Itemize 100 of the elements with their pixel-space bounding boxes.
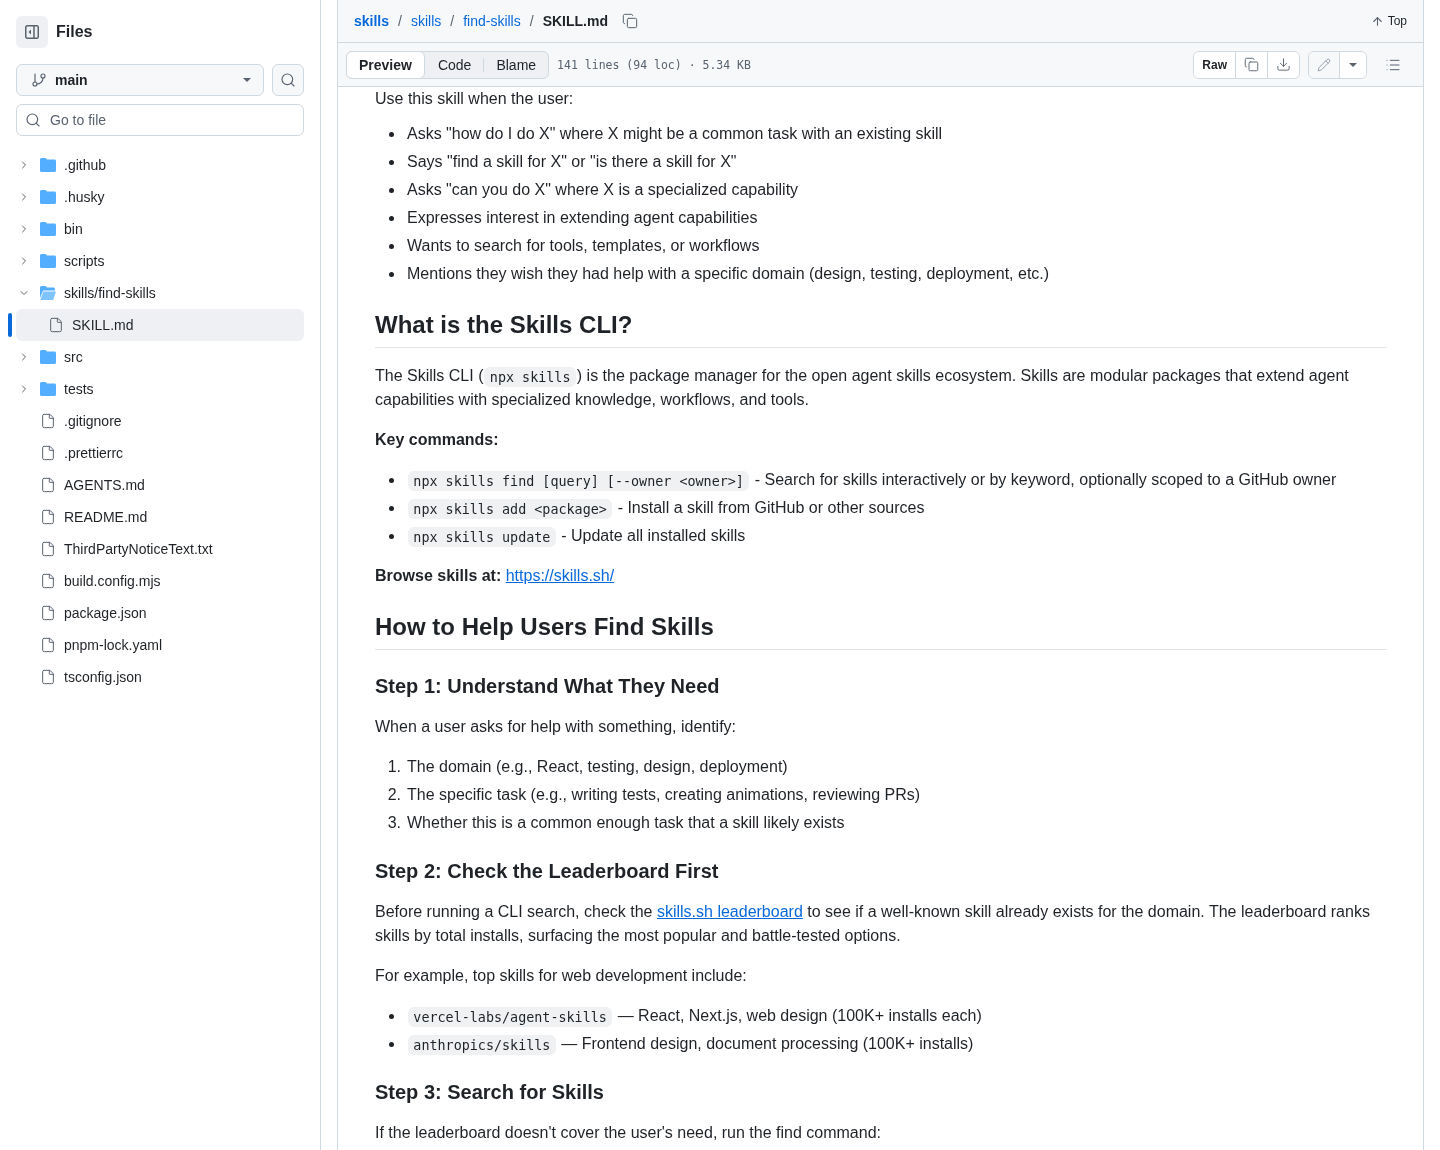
tree-item[interactable]: scripts	[16, 245, 304, 277]
collapse-sidebar-button[interactable]	[16, 16, 48, 48]
list-number: 2.	[387, 785, 401, 806]
branch-icon	[31, 72, 47, 88]
tree-item[interactable]: bin	[16, 213, 304, 245]
tree-item[interactable]: skills/find-skills	[16, 277, 304, 309]
bullet-icon	[388, 477, 394, 483]
arrow-up-icon	[1370, 14, 1384, 28]
more-options-button[interactable]	[1339, 51, 1366, 78]
bullet-icon	[388, 533, 394, 539]
list-number: 1.	[387, 757, 401, 778]
file-icon	[48, 317, 64, 333]
branch-button[interactable]: main	[16, 64, 264, 96]
download-button[interactable]	[1267, 51, 1299, 78]
list-item-text: Wants to search for tools, templates, or workflows	[407, 236, 761, 256]
copy-button[interactable]	[1235, 51, 1267, 78]
bullet-icon	[388, 131, 394, 137]
search-icon	[25, 112, 41, 128]
tree-item[interactable]: package.json	[16, 597, 304, 629]
file-icon	[40, 605, 56, 621]
tree-item[interactable]: ThirdPartyNoticeText.txt	[16, 533, 304, 565]
search-field[interactable]: Go to file	[16, 104, 304, 136]
download-icon	[1276, 57, 1291, 72]
tree-item[interactable]: tsconfig.json	[16, 661, 304, 693]
file-info: 141 lines (94 loc) · 5.34 KB	[557, 57, 752, 72]
tree-item[interactable]: SKILL.md	[16, 309, 304, 341]
copy-icon	[1244, 57, 1259, 72]
file-icon	[40, 541, 56, 557]
sidebar-icon	[24, 24, 40, 40]
file-icon	[40, 669, 56, 685]
breadcrumb-separator: /	[529, 13, 534, 29]
list-item-text: Expresses interest in extending agent capabilities	[407, 208, 759, 228]
list-item-text: npx skills add <package> - Install a skill from GitHub or other sources	[407, 496, 1387, 521]
pencil-icon	[1317, 57, 1331, 72]
bullet-icon	[388, 243, 394, 249]
paragraph: Browse skills at: https://skills.sh/	[375, 566, 616, 587]
section-heading: How to Help Users Find Skills	[375, 612, 1387, 651]
file-icon	[40, 445, 56, 461]
list-item-text: The domain (e.g., React, testing, design, deployment)	[407, 757, 789, 778]
link[interactable]: https://skills.sh/	[505, 567, 615, 585]
subsection-heading: Step 2: Check the Leaderboard First	[375, 859, 720, 885]
list-item-text: Asks "can you do X" where X is a specialized capability	[407, 180, 800, 200]
tree-item[interactable]: pnpm-lock.yaml	[16, 629, 304, 661]
paragraph: When a user asks for help with something, identify:	[375, 717, 738, 738]
copy-icon[interactable]	[621, 13, 638, 29]
file-icon	[40, 413, 56, 429]
list-item-text: Mentions they wish they had help with a specific domain (design, testing, deployment, etc.)	[407, 264, 1051, 284]
bullet-icon	[388, 1013, 394, 1019]
tab[interactable]: Preview	[346, 50, 425, 79]
paragraph: Use this skill when the user:	[375, 89, 575, 109]
file-name: SKILL.md	[542, 13, 608, 29]
file-icon	[40, 573, 56, 589]
breadcrumb-link[interactable]: skills	[410, 13, 442, 29]
caret-down-icon	[1349, 62, 1357, 67]
bullet-icon	[388, 187, 394, 193]
tree-item[interactable]: README.md	[16, 501, 304, 533]
file-icon	[40, 477, 56, 493]
tab[interactable]: Code	[424, 50, 485, 79]
breadcrumb-separator: /	[398, 13, 402, 29]
tree-item[interactable]: .prettierrc	[16, 437, 304, 469]
list-item-text: npx skills find [query] [--owner <owner>] - Search for skills interactively or by keyword, optionally scoped to a GitHub owner	[407, 468, 1387, 493]
tree-item[interactable]: .gitignore	[16, 405, 304, 437]
paragraph: If the leaderboard doesn't cover the user's need, run the find command:	[375, 1123, 882, 1144]
subsection-heading: Step 3: Search for Skills	[375, 1080, 605, 1106]
list-item-text: Whether this is a common enough task that a skill likely exists	[407, 813, 846, 834]
raw-button[interactable]: Raw	[1194, 51, 1235, 78]
breadcrumb-link[interactable]: skills	[354, 13, 390, 29]
tree-item[interactable]: AGENTS.md	[16, 469, 304, 501]
search-button[interactable]	[272, 64, 304, 96]
breadcrumb-link[interactable]: find-skills	[463, 13, 521, 29]
list-item-text: Asks "how do I do X" where X might be a common task with an existing skill	[407, 124, 944, 144]
list-item-text: vercel-labs/agent-skills — React, Next.js, web design (100K+ installs each)	[407, 1004, 1387, 1029]
bullet-icon	[388, 271, 394, 277]
paragraph: For example, top skills for web development include:	[375, 966, 748, 987]
top-button[interactable]: Top	[1370, 14, 1407, 28]
sidebar-title: Files	[56, 23, 93, 41]
paragraph: Key commands:	[375, 430, 500, 451]
file-icon	[40, 509, 56, 525]
tree-item[interactable]: .github	[16, 149, 304, 181]
bullet-icon	[388, 1041, 394, 1047]
breadcrumb-separator: /	[450, 13, 455, 29]
link[interactable]: skills.sh leaderboard	[656, 903, 803, 921]
tree-item[interactable]: .husky	[16, 181, 304, 213]
caret-down-icon	[243, 78, 251, 82]
paragraph: Before running a CLI search, check the skills.sh leaderboard to see if a well-known skill already exists for the domain. The leaderboard ranks skills by total installs, surfacing the most popular and battle-tested options.	[375, 902, 1371, 947]
bullet-icon	[388, 159, 394, 165]
file-icon	[40, 637, 56, 653]
tab[interactable]: Blame	[483, 50, 550, 79]
bullet-icon	[388, 505, 394, 511]
list-number: 3.	[387, 813, 401, 834]
list-item-text: Says "find a skill for X" or "is there a skill for X"	[407, 152, 738, 172]
tree-item[interactable]: tests	[16, 373, 304, 405]
search-icon	[280, 72, 296, 88]
subsection-heading: Step 1: Understand What They Need	[375, 674, 721, 700]
section-heading: What is the Skills CLI?	[375, 310, 1387, 349]
tree-item[interactable]: src	[16, 341, 304, 373]
list-item-text: The specific task (e.g., writing tests, creating animations, reviewing PRs)	[407, 785, 922, 806]
tree-item[interactable]: build.config.mjs	[16, 565, 304, 597]
paragraph: The Skills CLI ( npx skills ) is the package manager for the open agent skills ecosystem. Skills are modular packages that extend agent capabilities with specialized knowledge, workflows, and tools.	[375, 365, 1350, 411]
list-item-text: anthropics/skills — Frontend design, document processing (100K+ installs)	[407, 1032, 1387, 1057]
